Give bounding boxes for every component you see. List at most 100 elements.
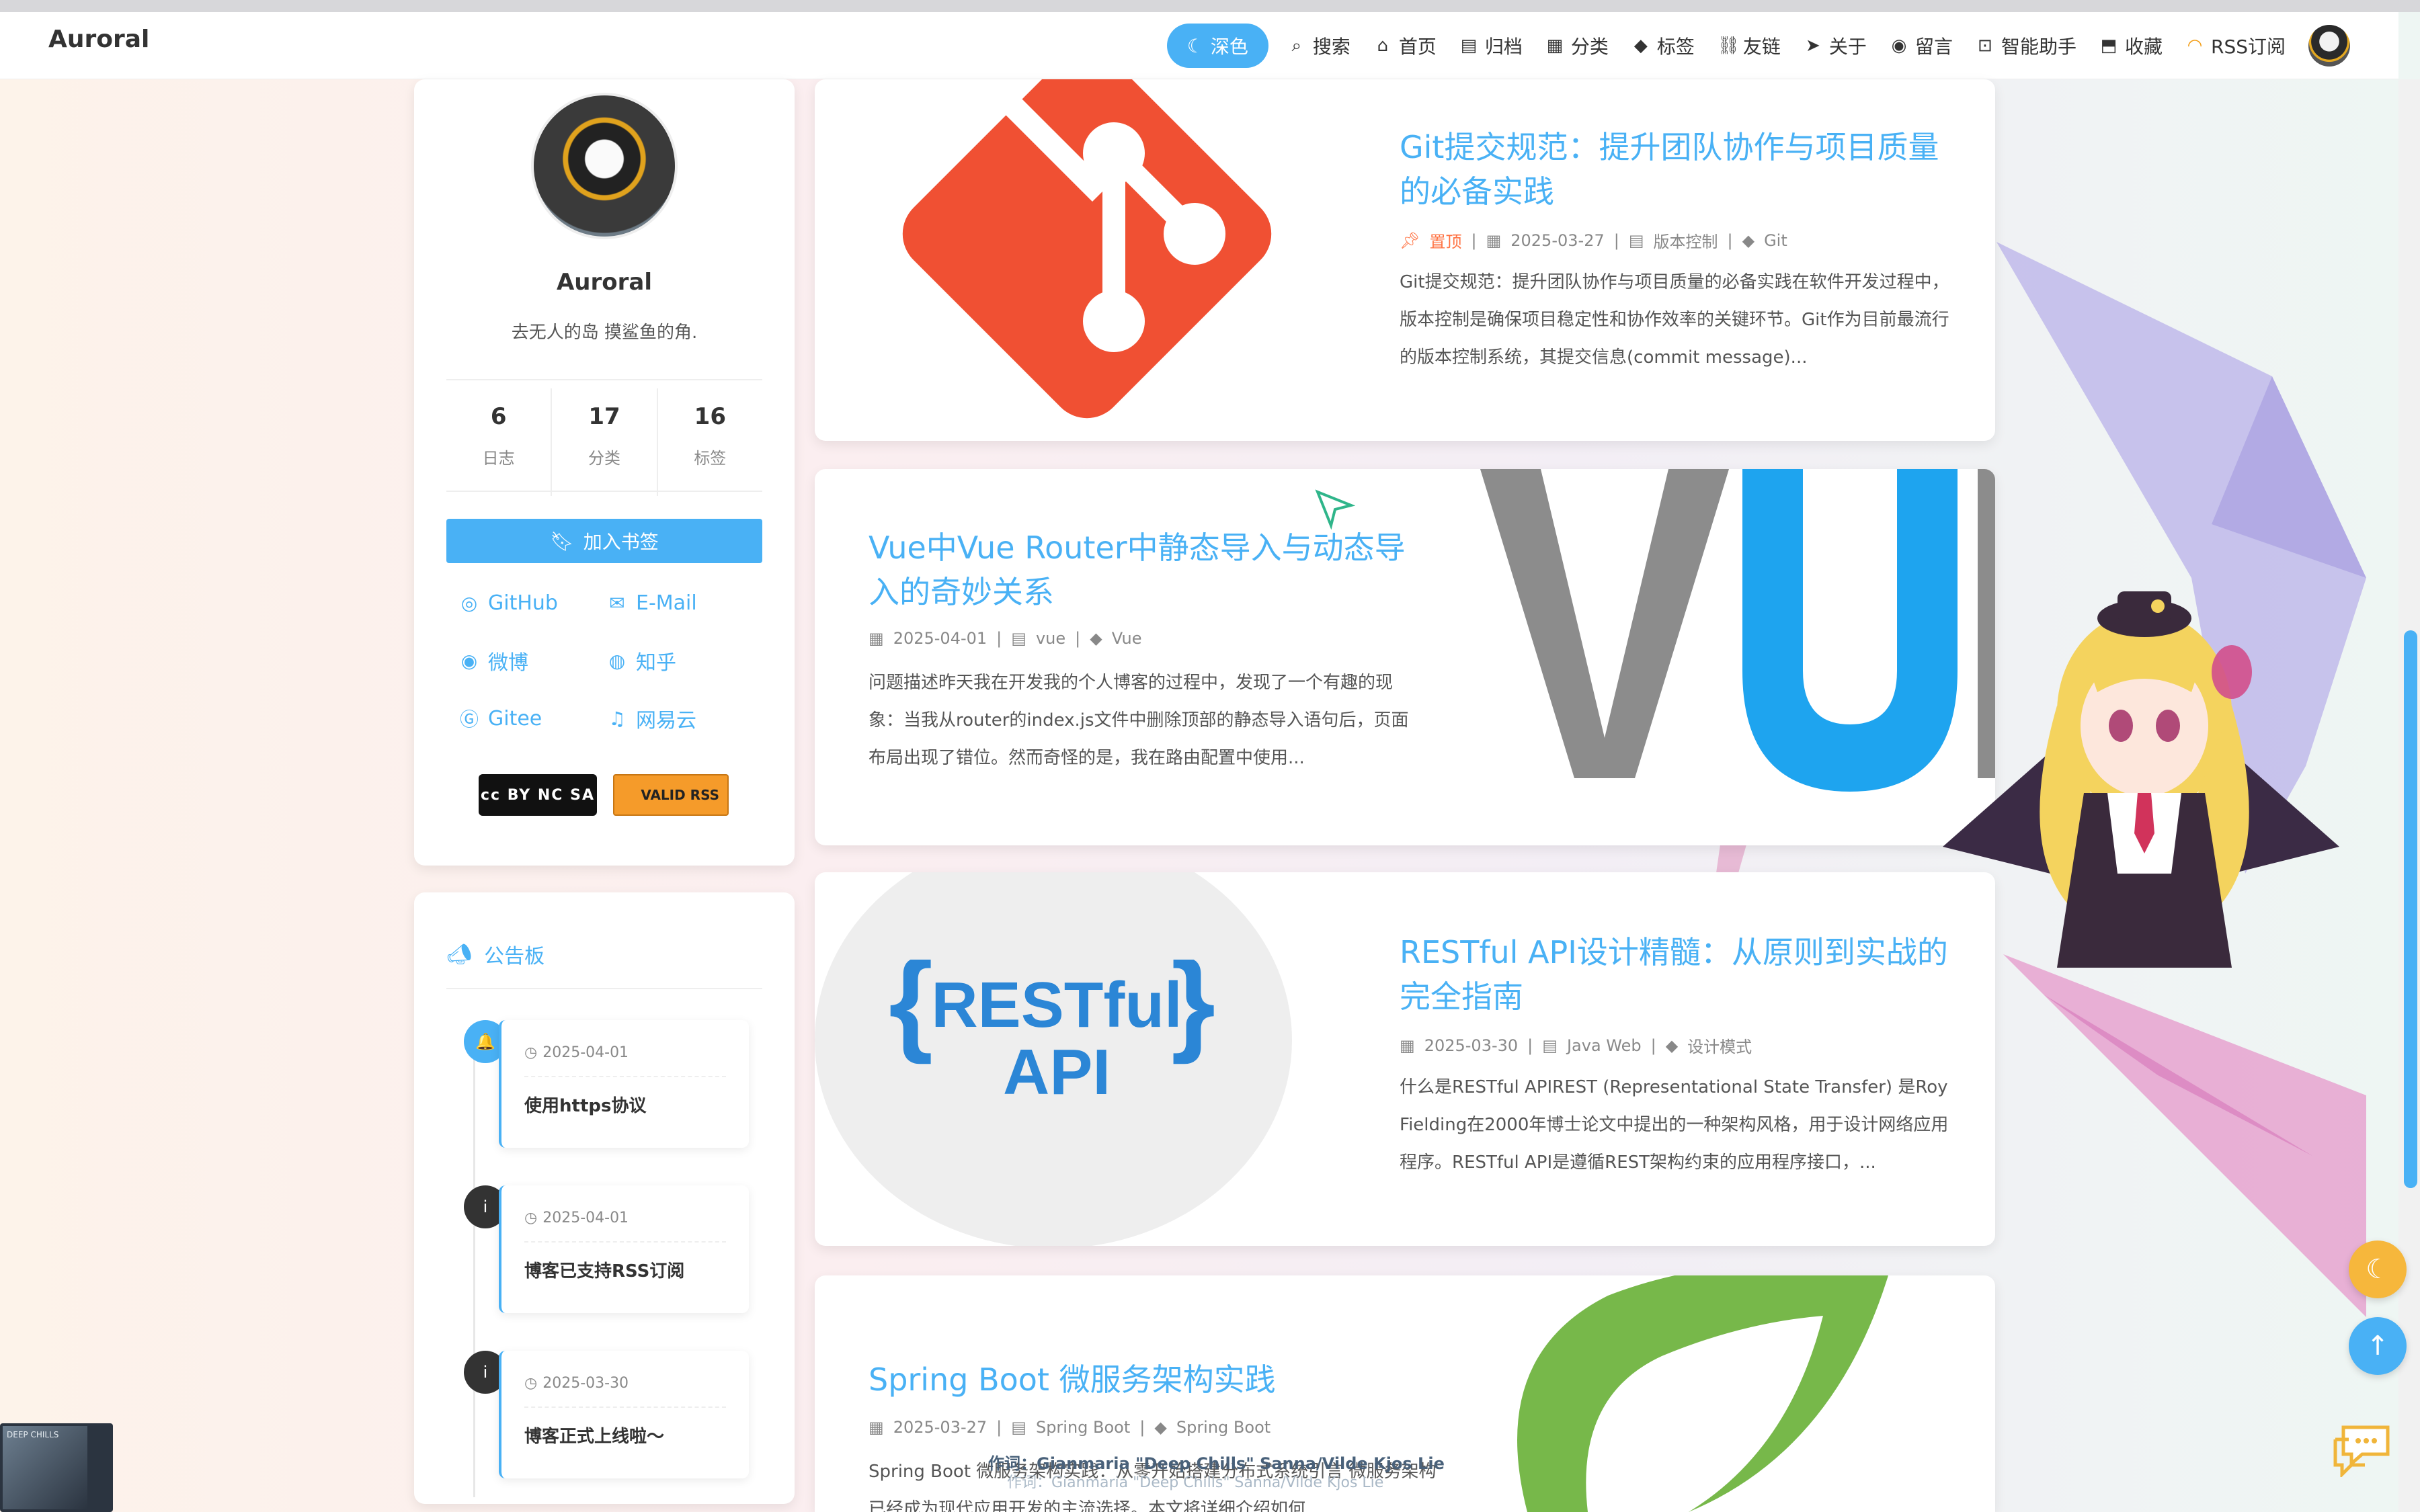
clock-icon: ◷ — [524, 1210, 538, 1226]
link-icon: ⛓ — [1717, 36, 1740, 56]
social-link-netease-music[interactable]: ♫ 网易云 — [606, 703, 754, 734]
stat-number: 17 — [588, 403, 620, 430]
notice-board-card: 📣︎ 公告板 🔔 ◷ 2025-04-01 使用https协议 i ◷ 2025-04-01… — [414, 892, 795, 1504]
social-links: ◎ GitHub ✉ E-Mail ◉ 微博 ◍ 知乎 Ⓖ Gitee ♫ 网易云 — [458, 587, 754, 734]
post-card-spring[interactable]: Spring Boot 微服务架构实践 ▦ 2025-03-27 | ▤ Spr… — [815, 1275, 1995, 1512]
album-cover: DEEP CHILLS — [3, 1426, 87, 1509]
home-icon: ⌂ — [1377, 36, 1389, 56]
nav-item-tag[interactable]: ◆ 标签 — [1631, 32, 1695, 59]
nav-item-category[interactable]: ▦ 分类 — [1545, 32, 1609, 59]
nav-item-label: 首页 — [1398, 36, 1437, 58]
notice-card[interactable]: ◷ 2025-04-01 使用https协议 — [499, 1020, 749, 1148]
post-card-vue[interactable]: Vue中Vue Router中静态导入与动态导入的奇妙关系 ▦ 2025-04-… — [815, 469, 1995, 845]
post-date: 2025-03-30 — [1424, 1036, 1519, 1055]
notice-item[interactable]: i ◷ 2025-03-30 博客正式上线啦～ — [446, 1351, 762, 1485]
post-tag[interactable]: Vue — [1112, 629, 1142, 648]
category-icon: ▦ — [1546, 36, 1564, 56]
nav-item-label: 标签 — [1656, 36, 1695, 58]
pinned-label: 置顶 — [1429, 233, 1462, 251]
nav-item-search[interactable]: ⌕ 搜索 — [1287, 32, 1350, 59]
cc-license-badge[interactable]: cc BY NC SA — [479, 774, 597, 816]
music-player-thumbnail[interactable]: DEEP CHILLS — [0, 1423, 113, 1512]
calendar-icon: ▦ — [869, 629, 884, 648]
arrow-up-icon: ↑ — [2366, 1331, 2389, 1361]
git-cover-image[interactable] — [875, 79, 1332, 429]
rss-icon: ◠ — [2187, 36, 2203, 56]
clock-icon: ◷ — [524, 1375, 538, 1392]
page-scrollbar[interactable] — [2398, 79, 2420, 1512]
nav-item-robot[interactable]: ⊡ 智能助手 — [1976, 32, 2076, 59]
social-link-gitee[interactable]: Ⓖ Gitee — [458, 703, 606, 734]
dark-mode-label: 深色 — [1210, 36, 1248, 58]
site-brand[interactable]: Auroral — [48, 26, 149, 53]
stat-categories[interactable]: 17 分类 — [551, 388, 656, 496]
divider — [446, 379, 762, 380]
nav-item-comment[interactable]: ◉ 留言 — [1890, 32, 1953, 59]
social-link-zhihu[interactable]: ◍ 知乎 — [606, 645, 754, 676]
vue-cover-image[interactable] — [1460, 469, 1995, 845]
nav-item-rss[interactable]: ◠ RSS订阅 — [2185, 32, 2286, 59]
cursor-arrow-icon — [1315, 489, 1355, 530]
weibo-icon: ◉ — [460, 649, 478, 672]
nav-item-send[interactable]: ➤ 关于 — [1804, 32, 1867, 59]
folder-icon: ▤ — [1011, 629, 1026, 648]
archive-icon: ▤ — [1460, 36, 1478, 56]
post-card-restful[interactable]: { } RESTful API RESTful API设计精髓：从原则到实战的完… — [815, 872, 1995, 1246]
cover-text-line2: API — [1003, 1036, 1111, 1108]
notice-item[interactable]: i ◷ 2025-04-01 博客已支持RSS订阅 — [446, 1185, 762, 1320]
stat-tags[interactable]: 16 标签 — [656, 388, 762, 496]
email-icon: ✉ — [609, 591, 625, 614]
user-avatar[interactable] — [2308, 25, 2350, 67]
nav-item-link[interactable]: ⛓ 友链 — [1718, 32, 1781, 59]
stat-label: 分类 — [588, 449, 620, 468]
post-card-git[interactable]: Git提交规范：提升团队协作与项目质量的必备实践 📌︎ 置顶 | ▦ 2025-… — [815, 79, 1995, 441]
post-category[interactable]: vue — [1036, 629, 1065, 648]
social-link-email[interactable]: ✉ E-Mail — [606, 587, 754, 618]
nav-item-label: 搜索 — [1312, 36, 1350, 58]
scrollbar-thumb[interactable] — [2404, 630, 2417, 1188]
stat-label: 日志 — [482, 449, 515, 468]
add-bookmark-button[interactable]: 🔖︎ 加入书签 — [446, 519, 762, 563]
netease-music-icon: ♫ — [608, 707, 626, 730]
post-category[interactable]: Spring Boot — [1036, 1418, 1130, 1437]
spring-cover-image[interactable] — [1487, 1275, 1995, 1512]
bookmark-icon: ⬒ — [2100, 36, 2118, 56]
notice-card[interactable]: ◷ 2025-03-30 博客正式上线啦～ — [499, 1351, 749, 1478]
calendar-icon: ▦ — [869, 1418, 884, 1437]
tag-icon: ◆ — [1742, 230, 1755, 250]
post-title[interactable]: Git提交规范：提升团队协作与项目质量的必备实践 — [1400, 125, 1951, 214]
post-category[interactable]: 版本控制 — [1654, 228, 1718, 252]
chat-bubble-icon[interactable] — [2331, 1421, 2392, 1477]
social-link-label: 知乎 — [636, 651, 676, 675]
post-date: 2025-03-27 — [1510, 230, 1605, 250]
notice-date-row: ◷ 2025-03-30 — [524, 1375, 749, 1392]
post-title[interactable]: Vue中Vue Router中静态导入与动态导入的奇妙关系 — [869, 526, 1420, 614]
live2d-mascot[interactable] — [1936, 591, 2346, 968]
notice-title: 博客已支持RSS订阅 — [524, 1261, 685, 1282]
social-link-weibo[interactable]: ◉ 微博 — [458, 645, 606, 676]
back-to-top-button[interactable]: ↑ — [2349, 1317, 2407, 1375]
nav-menu: ☾ 深色 ⌕ 搜索 ⌂ 首页 ▤ 归档 ▦ 分类 ◆ 标签 ⛓ 友链 ➤ 关于 ◉ 留言 ⊡ 智能助手 ⬒ 收藏 ◠ RS… — [1166, 19, 2350, 73]
nav-item-archive[interactable]: ▤ 归档 — [1459, 32, 1523, 59]
post-tag[interactable]: Spring Boot — [1176, 1418, 1270, 1437]
dark-mode-float-button[interactable]: ☾ — [2349, 1241, 2407, 1298]
social-link-github[interactable]: ◎ GitHub — [458, 587, 606, 618]
post-title[interactable]: Spring Boot 微服务架构实践 — [869, 1357, 1474, 1402]
license-badges: cc BY NC SA VALID RSS — [479, 774, 729, 816]
post-title[interactable]: RESTful API设计精髓：从原则到实战的完全指南 — [1400, 930, 1951, 1019]
stat-posts[interactable]: 6 日志 — [446, 388, 551, 496]
music-lyric-next: 作词：Gianmaria "Deep Chills" Sanna/Vilde K… — [1007, 1474, 1384, 1491]
post-tag[interactable]: 设计模式 — [1687, 1034, 1752, 1057]
post-tag[interactable]: Git — [1764, 231, 1787, 250]
profile-avatar[interactable] — [531, 93, 678, 239]
tag-icon: ◆ — [1665, 1036, 1679, 1055]
nav-item-bookmark[interactable]: ⬒ 收藏 — [2099, 32, 2163, 59]
notice-item[interactable]: 🔔 ◷ 2025-04-01 使用https协议 — [446, 1020, 762, 1154]
nav-item-home[interactable]: ⌂ 首页 — [1373, 32, 1437, 59]
valid-rss-badge[interactable]: VALID RSS — [613, 774, 729, 816]
profile-stats: 6 日志 17 分类 16 标签 — [446, 388, 762, 496]
post-category[interactable]: Java Web — [1567, 1036, 1642, 1055]
notice-card[interactable]: ◷ 2025-04-01 博客已支持RSS订阅 — [499, 1185, 749, 1313]
notice-board-title: 公告板 — [484, 945, 545, 968]
dark-mode-toggle[interactable]: ☾ 深色 — [1166, 24, 1268, 68]
